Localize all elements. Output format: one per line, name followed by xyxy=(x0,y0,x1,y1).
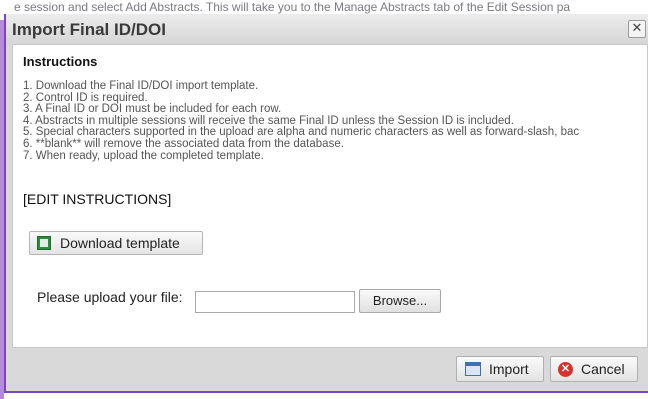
close-icon: ✕ xyxy=(631,20,643,35)
cancel-button[interactable]: ✕ Cancel xyxy=(550,356,638,382)
dialog-content: Instructions 1. Download the Final ID/DO… xyxy=(12,44,648,348)
import-label: Import xyxy=(489,361,529,377)
edit-instructions-link[interactable]: [EDIT INSTRUCTIONS] xyxy=(23,191,171,207)
dialog-titlebar[interactable]: Import Final ID/DOI ✕ xyxy=(6,14,648,44)
close-button[interactable]: ✕ xyxy=(628,20,646,38)
instructions-list: 1. Download the Final ID/DOI import temp… xyxy=(23,80,647,162)
table-icon xyxy=(465,362,481,376)
instruction-item: 7. When ready, upload the completed temp… xyxy=(23,149,264,162)
instruction-item: 6. **blank** will remove the associated … xyxy=(23,137,344,150)
import-button[interactable]: Import xyxy=(456,356,544,382)
download-template-button[interactable]: Download template xyxy=(29,231,203,255)
cancel-icon: ✕ xyxy=(558,362,573,377)
instruction-item: 1. Download the Final ID/DOI import temp… xyxy=(23,80,259,92)
upload-label: Please upload your file: xyxy=(37,289,183,305)
import-dialog: Import Final ID/DOI ✕ Instructions 1. Do… xyxy=(4,14,648,393)
file-path-input[interactable] xyxy=(195,291,355,313)
dialog-title: Import Final ID/DOI xyxy=(12,20,166,39)
excel-icon xyxy=(37,236,51,250)
download-template-label: Download template xyxy=(60,235,180,251)
cancel-label: Cancel xyxy=(581,361,625,377)
instructions-heading: Instructions xyxy=(23,54,98,69)
browse-button[interactable]: Browse... xyxy=(359,289,441,313)
